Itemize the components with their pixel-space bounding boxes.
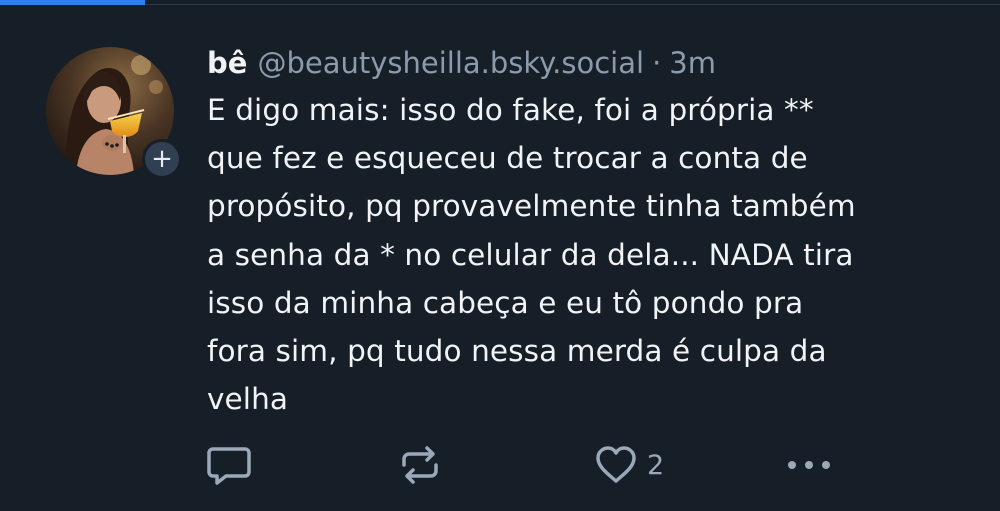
author-handle[interactable]: @beautysheilla.bsky.social	[257, 46, 644, 80]
like-count: 2	[647, 449, 665, 481]
plus-icon: +	[151, 144, 173, 174]
header-separator: ·	[652, 46, 662, 80]
repost-button[interactable]	[400, 445, 440, 485]
post-actions: 2	[207, 445, 837, 485]
more-options-button[interactable]	[787, 445, 831, 485]
avatar-container: +	[46, 47, 182, 179]
author-display-name[interactable]: bê	[207, 46, 247, 80]
like-button[interactable]: 2	[595, 445, 664, 485]
more-horizontal-icon	[788, 461, 830, 469]
repost-icon	[402, 446, 438, 484]
feed-screen: + bê @beautysheilla.bsky.social · 3m E digo…	[0, 0, 1000, 511]
post-card[interactable]: + bê @beautysheilla.bsky.social · 3m E digo…	[0, 5, 1000, 511]
post-header: bê @beautysheilla.bsky.social · 3m	[207, 43, 987, 83]
follow-button[interactable]: +	[142, 139, 182, 179]
post-text: E digo mais: isso do fake, foi a própria…	[207, 93, 856, 417]
reply-icon	[207, 447, 251, 485]
heart-icon	[596, 446, 636, 483]
post-timestamp[interactable]: 3m	[669, 46, 716, 80]
post-content: bê @beautysheilla.bsky.social · 3m E digo m…	[207, 43, 987, 423]
reply-button[interactable]	[207, 445, 251, 485]
